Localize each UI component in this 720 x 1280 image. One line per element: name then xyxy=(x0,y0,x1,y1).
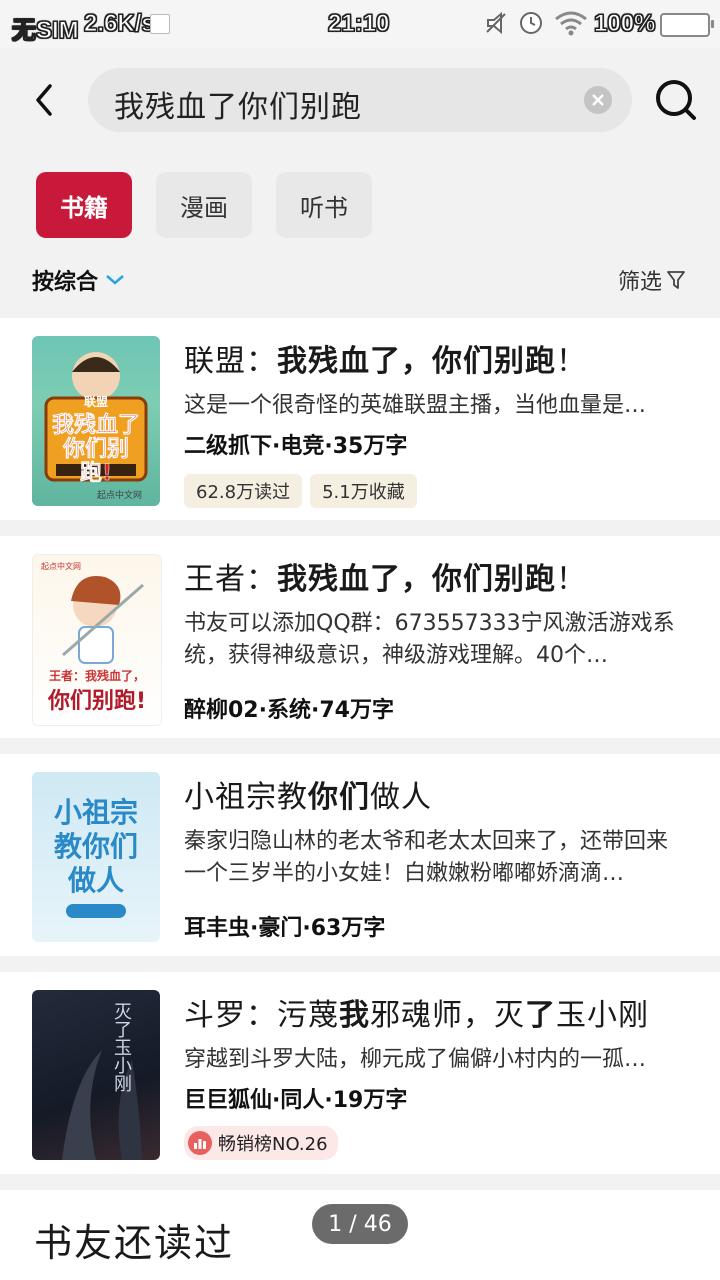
tab-books[interactable]: 书籍 xyxy=(36,172,132,238)
book-meta: 耳丰虫·豪门·63万字 xyxy=(184,916,386,941)
chevron-down-icon xyxy=(106,275,124,285)
mute-icon xyxy=(486,11,506,35)
book-title[interactable]: 联盟：我残血了，你们别跑！ xyxy=(184,336,587,380)
cover-subtitle: 王者：我残血了， xyxy=(48,669,145,683)
book-description: 这是一个很奇怪的英雄联盟主播，当他血量是… xyxy=(184,393,647,418)
cover-title: 你们别跑! xyxy=(47,689,147,714)
book-meta: 二级抓下·电竞·35万字 xyxy=(184,434,408,459)
book-card[interactable]: 联盟 起点中文网 我残血了你们别跑! 联盟：我残血了，你们别跑！ 这是一个很奇怪… xyxy=(0,318,720,520)
book-card[interactable]: 灭了玉小刚 斗罗：污蔑我邪魂师，灭了玉小刚 穿越到斗罗大陆，柳元成了偏僻小村内的… xyxy=(0,972,720,1174)
book-description: 穿越到斗罗大陆，柳元成了偏僻小村内的一孤… xyxy=(184,1047,647,1072)
search-query[interactable]: 我残血了你们别跑 xyxy=(114,82,362,126)
book-card[interactable]: 起点中文网 王者：我残血了， 你们别跑! 王者：我残血了，你们别跑！ 书友可以添… xyxy=(0,536,720,738)
tab-comics[interactable]: 漫画 xyxy=(156,172,252,238)
svg-text:起点中文网: 起点中文网 xyxy=(41,561,81,571)
clock: 21:10 xyxy=(327,10,390,38)
cover-title: 我残血了你们别跑! xyxy=(51,413,141,486)
reads-tag: 62.8万读过 xyxy=(184,474,303,508)
rank-badge[interactable]: 畅销榜NO.26 xyxy=(184,1126,338,1160)
clear-icon[interactable] xyxy=(584,86,612,114)
wifi-icon xyxy=(555,11,587,36)
book-tags: 62.8万读过 5.1万收藏 xyxy=(184,474,417,508)
search-input[interactable]: 我残血了你们别跑 xyxy=(88,68,632,132)
battery-percent: 100% xyxy=(593,10,656,38)
filter-icon xyxy=(667,271,685,289)
filter-button[interactable]: 筛选 xyxy=(618,264,686,296)
battery-icon xyxy=(660,13,714,37)
chart-icon xyxy=(188,1131,212,1155)
filter-label: 筛选 xyxy=(617,270,662,295)
sort-dropdown[interactable]: 按综合 xyxy=(32,264,126,296)
favorites-tag: 5.1万收藏 xyxy=(310,474,417,508)
notification-icon xyxy=(150,14,170,34)
carrier-label: 无SIM xyxy=(12,17,80,45)
book-tags: 畅销榜NO.26 xyxy=(184,1126,338,1160)
cover-title: 灭了玉小刚 xyxy=(111,1002,132,1092)
back-icon[interactable] xyxy=(28,80,60,120)
book-cover[interactable]: 联盟 起点中文网 我残血了你们别跑! xyxy=(32,336,160,506)
page-indicator: 1 / 46 xyxy=(312,1204,408,1244)
book-cover[interactable]: 灭了玉小刚 xyxy=(32,990,160,1160)
sort-label: 按综合 xyxy=(32,270,99,295)
book-card[interactable]: 小祖宗教你们做人 小祖宗教你们做人 秦家归隐山林的老太爷和老太太回来了，还带回来… xyxy=(0,754,720,956)
book-meta: 醉柳02·系统·74万字 xyxy=(184,698,394,723)
book-cover[interactable]: 起点中文网 王者：我残血了， 你们别跑! xyxy=(32,554,162,726)
book-title[interactable]: 王者：我残血了，你们别跑！ xyxy=(184,554,587,598)
cover-title: 小祖宗教你们做人 xyxy=(53,796,138,897)
network-speed: 2.6K/s xyxy=(84,10,156,38)
book-description: 秦家归隐山林的老太爷和老太太回来了，还带回来一个三岁半的小女娃！白嫩嫩粉嘟嘟娇滴… xyxy=(184,829,669,886)
section-title: 书友还读过 xyxy=(34,1221,235,1265)
book-cover[interactable]: 小祖宗教你们做人 xyxy=(32,772,160,942)
search-header: 我残血了你们别跑 xyxy=(0,48,720,152)
search-icon[interactable] xyxy=(652,76,700,124)
book-meta: 巨巨狐仙·同人·19万字 xyxy=(184,1088,408,1113)
svg-text:起点中文网: 起点中文网 xyxy=(97,489,142,501)
alarm-icon xyxy=(520,12,542,34)
status-bar: 无SIM 2.6K/s 21:10 100% xyxy=(0,0,720,48)
book-description: 书友可以添加QQ群：673557333宁风激活游戏系统，获得神级意识，神级游戏理… xyxy=(184,611,675,668)
book-title[interactable]: 小祖宗教你们做人 xyxy=(184,772,432,816)
rank-label: 畅销榜NO.26 xyxy=(218,1134,328,1155)
book-title[interactable]: 斗罗：污蔑我邪魂师，灭了玉小刚 xyxy=(184,990,649,1034)
cover-badge: 联盟 xyxy=(84,395,108,409)
tab-audiobooks[interactable]: 听书 xyxy=(276,172,372,238)
